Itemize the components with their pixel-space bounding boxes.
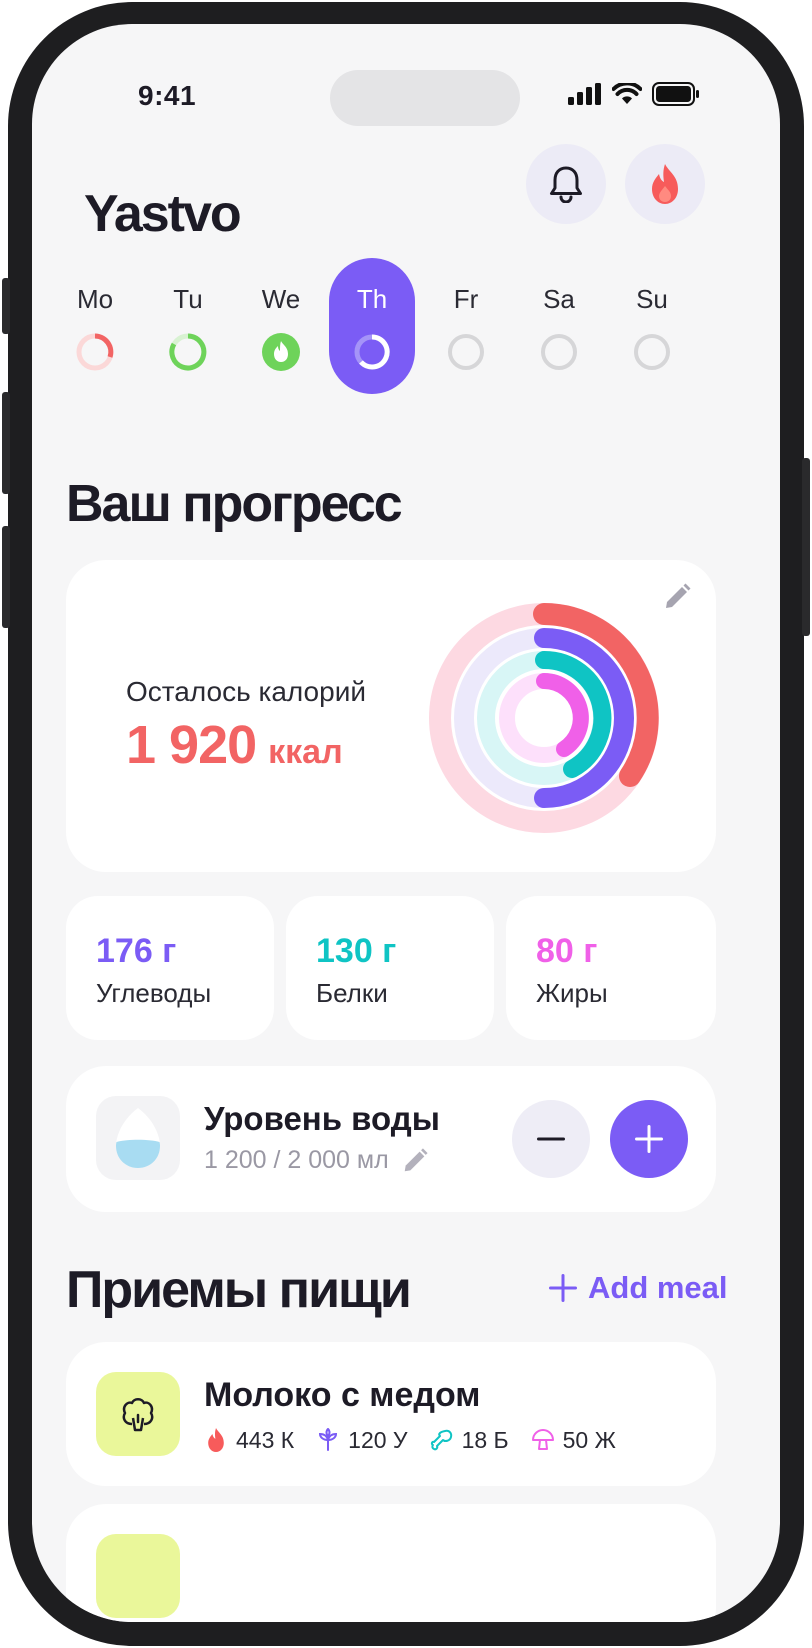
meal-icon-tile xyxy=(96,1534,180,1618)
day-mo[interactable]: Mo xyxy=(52,258,138,371)
meal-carbs: 120 У xyxy=(316,1426,408,1454)
minus-icon xyxy=(537,1137,565,1141)
water-amount: 1 200 / 2 000 мл xyxy=(204,1146,389,1174)
macro-name: Жиры xyxy=(536,978,608,1008)
meal-icon-tile xyxy=(96,1372,180,1456)
macro-card-fat: 80 г Жиры xyxy=(506,896,716,1040)
meal-protein: 18 Б xyxy=(430,1427,509,1454)
macro-value: 130 г xyxy=(316,932,397,970)
macro-value: 80 г xyxy=(536,932,598,970)
wheat-icon xyxy=(319,1428,338,1451)
wifi-icon xyxy=(612,83,642,104)
day-label: Tu xyxy=(173,284,203,314)
battery-icon xyxy=(652,82,699,106)
broccoli-icon xyxy=(122,1398,154,1432)
macro-name: Углеводы xyxy=(96,978,212,1008)
calories-card: Осталось калорий 1 920 ккал xyxy=(66,560,716,872)
edit-icon[interactable] xyxy=(662,582,692,612)
day-label: Th xyxy=(356,284,388,314)
calories-row: 1 920 ккал xyxy=(126,714,343,776)
bell-icon xyxy=(550,166,582,203)
macro-name: Белки xyxy=(316,978,388,1008)
day-su[interactable]: Su xyxy=(609,258,695,371)
meal-protein-value: 18 Б xyxy=(461,1426,509,1453)
meal-fat-value: 50 Ж xyxy=(562,1426,616,1453)
macro-rings-chart xyxy=(429,603,659,833)
day-label: Sa xyxy=(543,284,575,314)
plus-icon xyxy=(549,1274,577,1302)
status-time: 9:41 xyxy=(138,80,197,111)
progress-ring-icon xyxy=(354,334,390,370)
macro-card-carbs: 176 г Углеводы xyxy=(66,896,274,1040)
calories-label: Осталось калорий xyxy=(126,676,366,707)
add-meal-label: Add meal xyxy=(588,1270,728,1305)
screen: 9:41 Yastvo Mo Tu We Th Fr Sa Su Ваш про… xyxy=(32,24,780,1622)
macro-value: 176 г xyxy=(96,932,177,970)
meal-name: Молоко с медом xyxy=(204,1376,481,1414)
water-card: Уровень воды 1 200 / 2 000 мл xyxy=(66,1066,716,1212)
meal-card[interactable] xyxy=(66,1504,716,1622)
side-button xyxy=(802,458,810,636)
notifications-button[interactable] xyxy=(526,144,606,224)
water-drop-icon xyxy=(116,1108,160,1168)
flame-icon xyxy=(652,164,678,204)
progress-ring-icon xyxy=(634,334,670,370)
day-fr[interactable]: Fr xyxy=(423,258,509,371)
water-title: Уровень воды xyxy=(204,1100,440,1137)
side-button xyxy=(2,278,10,334)
day-label: Mo xyxy=(76,284,114,314)
signal-icon xyxy=(568,83,601,105)
drumstick-icon xyxy=(430,1429,452,1451)
water-increase-button[interactable] xyxy=(610,1100,688,1178)
day-label: Fr xyxy=(453,284,479,314)
progress-ring-icon xyxy=(541,334,577,370)
section-title-meals: Приемы пищи xyxy=(66,1261,412,1319)
add-meal-button[interactable]: Add meal xyxy=(548,1270,728,1306)
day-label: We xyxy=(261,284,301,314)
flame-icon xyxy=(208,1428,224,1452)
streak-button[interactable] xyxy=(625,144,705,224)
side-button xyxy=(2,392,10,494)
section-title-progress: Ваш прогресс xyxy=(66,475,403,533)
week-strip: Mo Tu We Th Fr Sa Su xyxy=(52,258,752,398)
meal-fat: 50 Ж xyxy=(531,1427,616,1454)
side-button xyxy=(2,526,10,628)
day-we[interactable]: We xyxy=(238,258,324,371)
macro-card-protein: 130 г Белки xyxy=(286,896,494,1040)
meal-kcal-value: 443 К xyxy=(236,1426,295,1453)
calories-unit: ккал xyxy=(268,733,343,771)
progress-ring-icon xyxy=(169,333,207,371)
progress-ring-icon xyxy=(448,334,484,370)
dynamic-island xyxy=(330,70,520,126)
flame-done-icon xyxy=(262,333,300,371)
day-sa[interactable]: Sa xyxy=(516,258,602,371)
calories-value: 1 920 xyxy=(126,715,257,775)
progress-ring-icon xyxy=(76,333,114,371)
water-amount-row: 1 200 / 2 000 мл xyxy=(204,1146,429,1175)
meal-card[interactable]: Молоко с медом 443 К 120 У 18 Б 50 Ж xyxy=(66,1342,716,1486)
plus-icon xyxy=(635,1125,663,1153)
app-title: Yastvo xyxy=(84,185,242,243)
day-label: Su xyxy=(636,284,668,314)
meal-stats: 443 К 120 У 18 Б 50 Ж xyxy=(204,1426,616,1454)
water-drop-tile xyxy=(96,1096,180,1180)
meal-kcal: 443 К xyxy=(204,1426,294,1454)
meal-carbs-value: 120 У xyxy=(348,1426,408,1453)
status-icons xyxy=(568,82,700,106)
day-tu[interactable]: Tu xyxy=(145,258,231,371)
day-th[interactable]: Th xyxy=(329,258,415,394)
water-decrease-button[interactable] xyxy=(512,1100,590,1178)
mushroom-icon xyxy=(531,1429,554,1450)
edit-icon[interactable] xyxy=(401,1147,429,1175)
